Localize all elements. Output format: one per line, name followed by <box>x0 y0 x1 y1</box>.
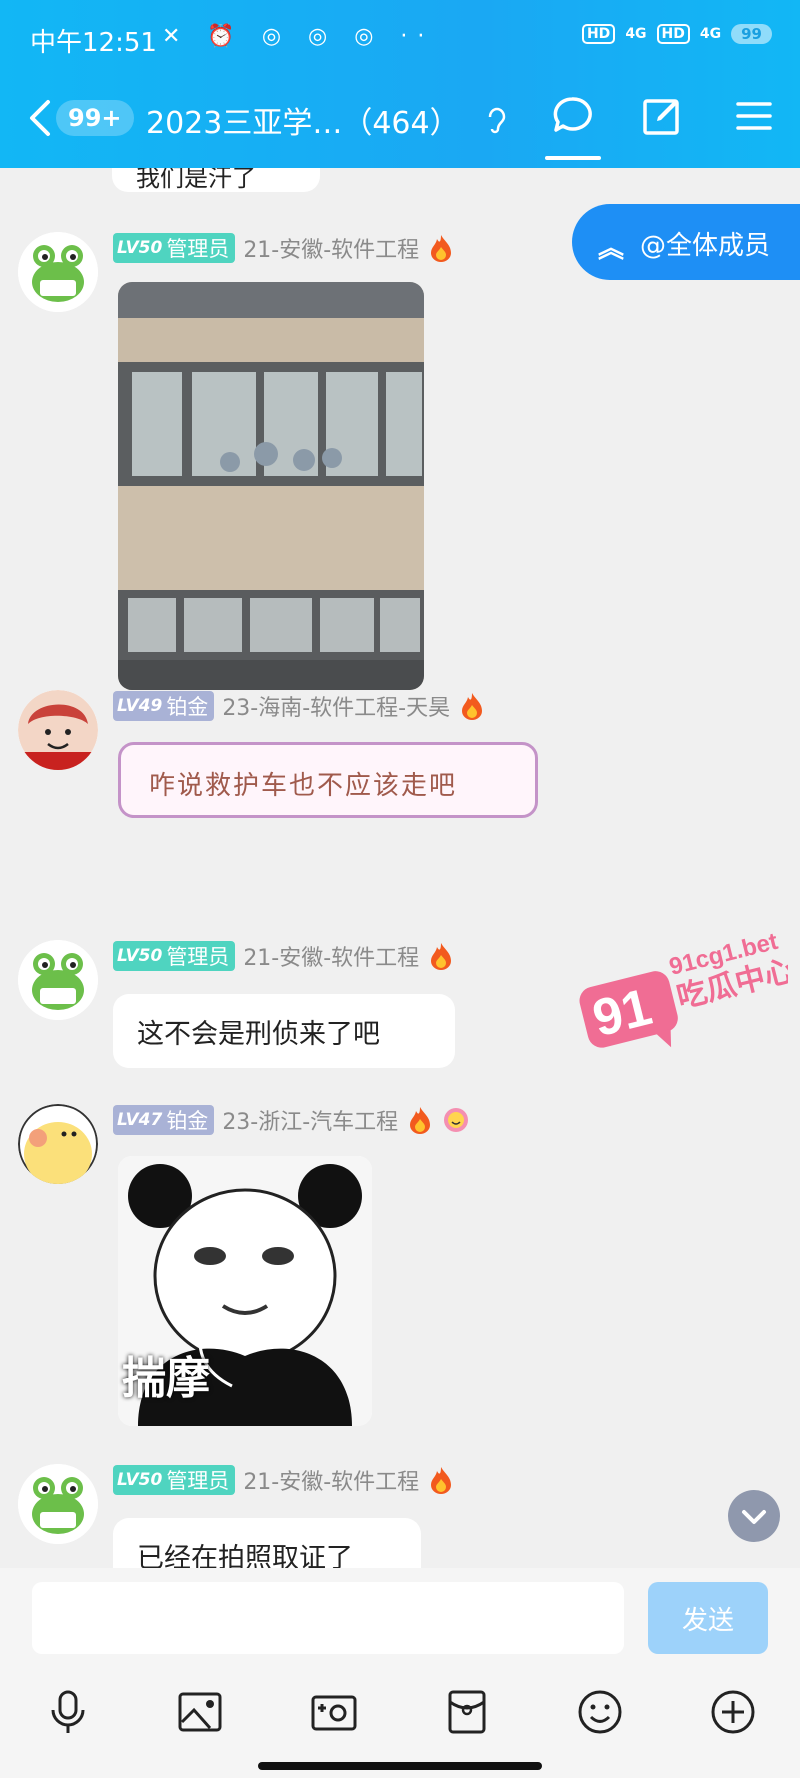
message-input[interactable] <box>32 1582 624 1654</box>
message-meta: LV50 管理员 21-安徽-软件工程 <box>113 232 455 264</box>
level-badge: LV49 铂金 <box>113 691 215 721</box>
avatar[interactable] <box>18 1464 98 1544</box>
sticker-text: 揣摩 <box>122 1353 210 1404</box>
previous-message-bubble[interactable]: 我们是汗了 <box>112 168 320 192</box>
send-button[interactable]: 发送 <box>648 1582 768 1654</box>
microphone-icon[interactable] <box>44 1688 92 1736</box>
message-meta: LV50 管理员 21-安徽-软件工程 <box>113 1464 455 1496</box>
chevron-down-icon <box>742 1510 766 1524</box>
home-indicator <box>258 1762 542 1770</box>
sender-nickname[interactable]: 23-浙江-汽车工程 <box>222 1104 398 1136</box>
message-bubble[interactable]: 这不会是刑侦来了吧 <box>113 994 455 1068</box>
input-bar: 发送 <box>0 1568 800 1674</box>
sender-nickname[interactable]: 21-安徽-软件工程 <box>243 232 419 264</box>
active-tab-indicator <box>545 156 601 160</box>
sender-nickname[interactable]: 23-海南-软件工程-天昊 <box>222 690 450 722</box>
hd-icon: HD <box>581 24 616 44</box>
header: 中午12:51 ✕ ⏰ ◎ ◎ ◎ ·· HD 4G HD 4G 99 99+ … <box>0 0 800 168</box>
avatar[interactable] <box>18 940 98 1020</box>
message-text: 这不会是刑侦来了吧 <box>137 1018 380 1050</box>
fire-icon <box>431 235 452 262</box>
nav-bar: 99+ 2023三亚学…（464） <box>0 88 800 160</box>
scroll-down-button[interactable] <box>728 1490 780 1542</box>
fire-icon <box>410 1107 431 1134</box>
menu-icon[interactable] <box>732 94 776 138</box>
message-text: 咋说救护车也不应该走吧 <box>149 771 458 801</box>
back-icon[interactable] <box>22 96 58 140</box>
message-bubble[interactable]: 已经在拍照取证了 <box>113 1518 421 1568</box>
smile-badge-icon <box>444 1108 469 1132</box>
message-meta: LV50 管理员 21-安徽-软件工程 <box>113 940 455 972</box>
red-packet-icon[interactable] <box>443 1688 491 1736</box>
message-bubble[interactable]: 咋说救护车也不应该走吧 <box>118 742 538 818</box>
status-right: HD 4G HD 4G 99 <box>581 24 772 44</box>
signal-icon: 4G <box>625 26 647 42</box>
chat-area[interactable]: 我们是汗了 ︽ @全体成员 LV50 管理员 21-安徽-软件工程 LV49 铂… <box>0 168 800 1568</box>
at-all-members-button[interactable]: ︽ @全体成员 <box>572 204 800 280</box>
chat-icon[interactable] <box>550 94 594 138</box>
building-photo[interactable] <box>118 282 424 690</box>
avatar[interactable] <box>18 1104 98 1184</box>
hd-icon-2: HD <box>656 24 690 44</box>
fire-icon <box>431 943 452 970</box>
edit-icon[interactable] <box>640 94 684 138</box>
unread-count-badge[interactable]: 99+ <box>56 100 134 136</box>
previous-message-text: 我们是汗了 <box>136 168 256 192</box>
ear-icon <box>488 107 506 134</box>
level-badge: LV50 管理员 <box>113 941 236 971</box>
at-all-label: @全体成员 <box>640 231 771 261</box>
level-badge: LV50 管理员 <box>113 233 236 263</box>
sender-nickname[interactable]: 21-安徽-软件工程 <box>243 1464 419 1496</box>
panda-sticker[interactable]: 揣摩 <box>118 1156 372 1426</box>
signal-icon-2: 4G <box>699 26 722 42</box>
emoji-icon[interactable] <box>576 1688 624 1736</box>
message-meta: LV47 铂金 23-浙江-汽车工程 <box>113 1104 470 1136</box>
message-meta: LV49 铂金 23-海南-软件工程-天昊 <box>113 690 486 722</box>
watermark: 91 91cg1.bet 吃瓜中心 <box>578 925 798 1075</box>
battery-icon: 99 <box>731 24 772 44</box>
message-text: 已经在拍照取证了 <box>137 1542 353 1569</box>
plus-icon[interactable] <box>709 1688 757 1736</box>
level-badge: LV47 铂金 <box>113 1105 215 1135</box>
status-icons: ✕ ⏰ ◎ ◎ ◎ ·· <box>162 24 435 49</box>
fire-icon <box>431 1467 452 1494</box>
fire-icon <box>462 693 483 720</box>
toolbar <box>0 1674 800 1778</box>
avatar[interactable] <box>18 690 98 770</box>
level-badge: LV50 管理员 <box>113 1465 236 1495</box>
avatar[interactable] <box>18 232 98 312</box>
group-title[interactable]: 2023三亚学…（464） <box>146 98 460 142</box>
double-chevron-up-icon: ︽ <box>598 234 625 264</box>
status-bar: 中午12:51 ✕ ⏰ ◎ ◎ ◎ ·· HD 4G HD 4G 99 <box>0 14 800 58</box>
sender-nickname[interactable]: 21-安徽-软件工程 <box>243 940 419 972</box>
camera-icon[interactable] <box>310 1688 358 1736</box>
status-time: 中午12:51 <box>30 28 157 58</box>
image-icon[interactable] <box>176 1688 224 1736</box>
